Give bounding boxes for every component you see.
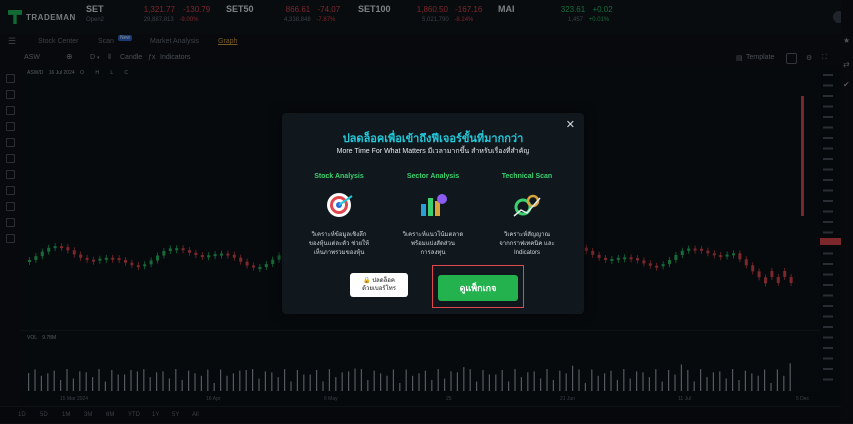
upgrade-modal: ✕ ปลดล็อคเพื่อเข้าถึงฟีเจอร์ขั้นที่มากกว… xyxy=(282,113,584,314)
target-icon xyxy=(327,193,353,217)
modal-title: ปลดล็อคเพื่อเข้าถึงฟีเจอร์ขั้นที่มากกว่า xyxy=(342,133,524,145)
unlock-with-phone-button[interactable]: 🔒 ปลดล็อค ด้วยเบอร์โทร xyxy=(350,273,408,297)
feature-technical-scan: Technical Scan วิเคราะห์สัญญาณ จากกราฟเท… xyxy=(482,173,572,258)
feature-heading: Sector Analysis xyxy=(406,173,460,180)
modal-subtitle: More Time For What Matters มีเวลามากขึ้น… xyxy=(336,148,530,155)
feature-description: วิเคราะห์แนวโน้มตลาด พร้อมแบ่งสัดส่วน กา… xyxy=(402,232,464,256)
view-packages-button[interactable]: ดูแพ็กเกจ xyxy=(438,275,518,301)
feature-sector-analysis: Sector Analysis วิเคราะห์แนวโน้มตลาด พร้… xyxy=(388,173,478,258)
lock-icon: 🔒 xyxy=(363,278,371,284)
feature-heading: Stock Analysis xyxy=(314,173,364,180)
feature-description: วิเคราะห์สัญญาณ จากกราฟเทคนิค และ Indica… xyxy=(499,232,555,256)
scan-gears-icon xyxy=(513,194,541,217)
feature-description: วิเคราะห์ข้อมูลเชิงลึก ของหุ้นแต่ละตัว ช… xyxy=(308,232,370,256)
sector-chart-icon xyxy=(421,194,447,216)
feature-stock-analysis: Stock Analysis วิเคราะห์ข้อมูลเชิงลึก ขอ… xyxy=(294,173,384,258)
feature-heading: Technical Scan xyxy=(501,173,553,180)
